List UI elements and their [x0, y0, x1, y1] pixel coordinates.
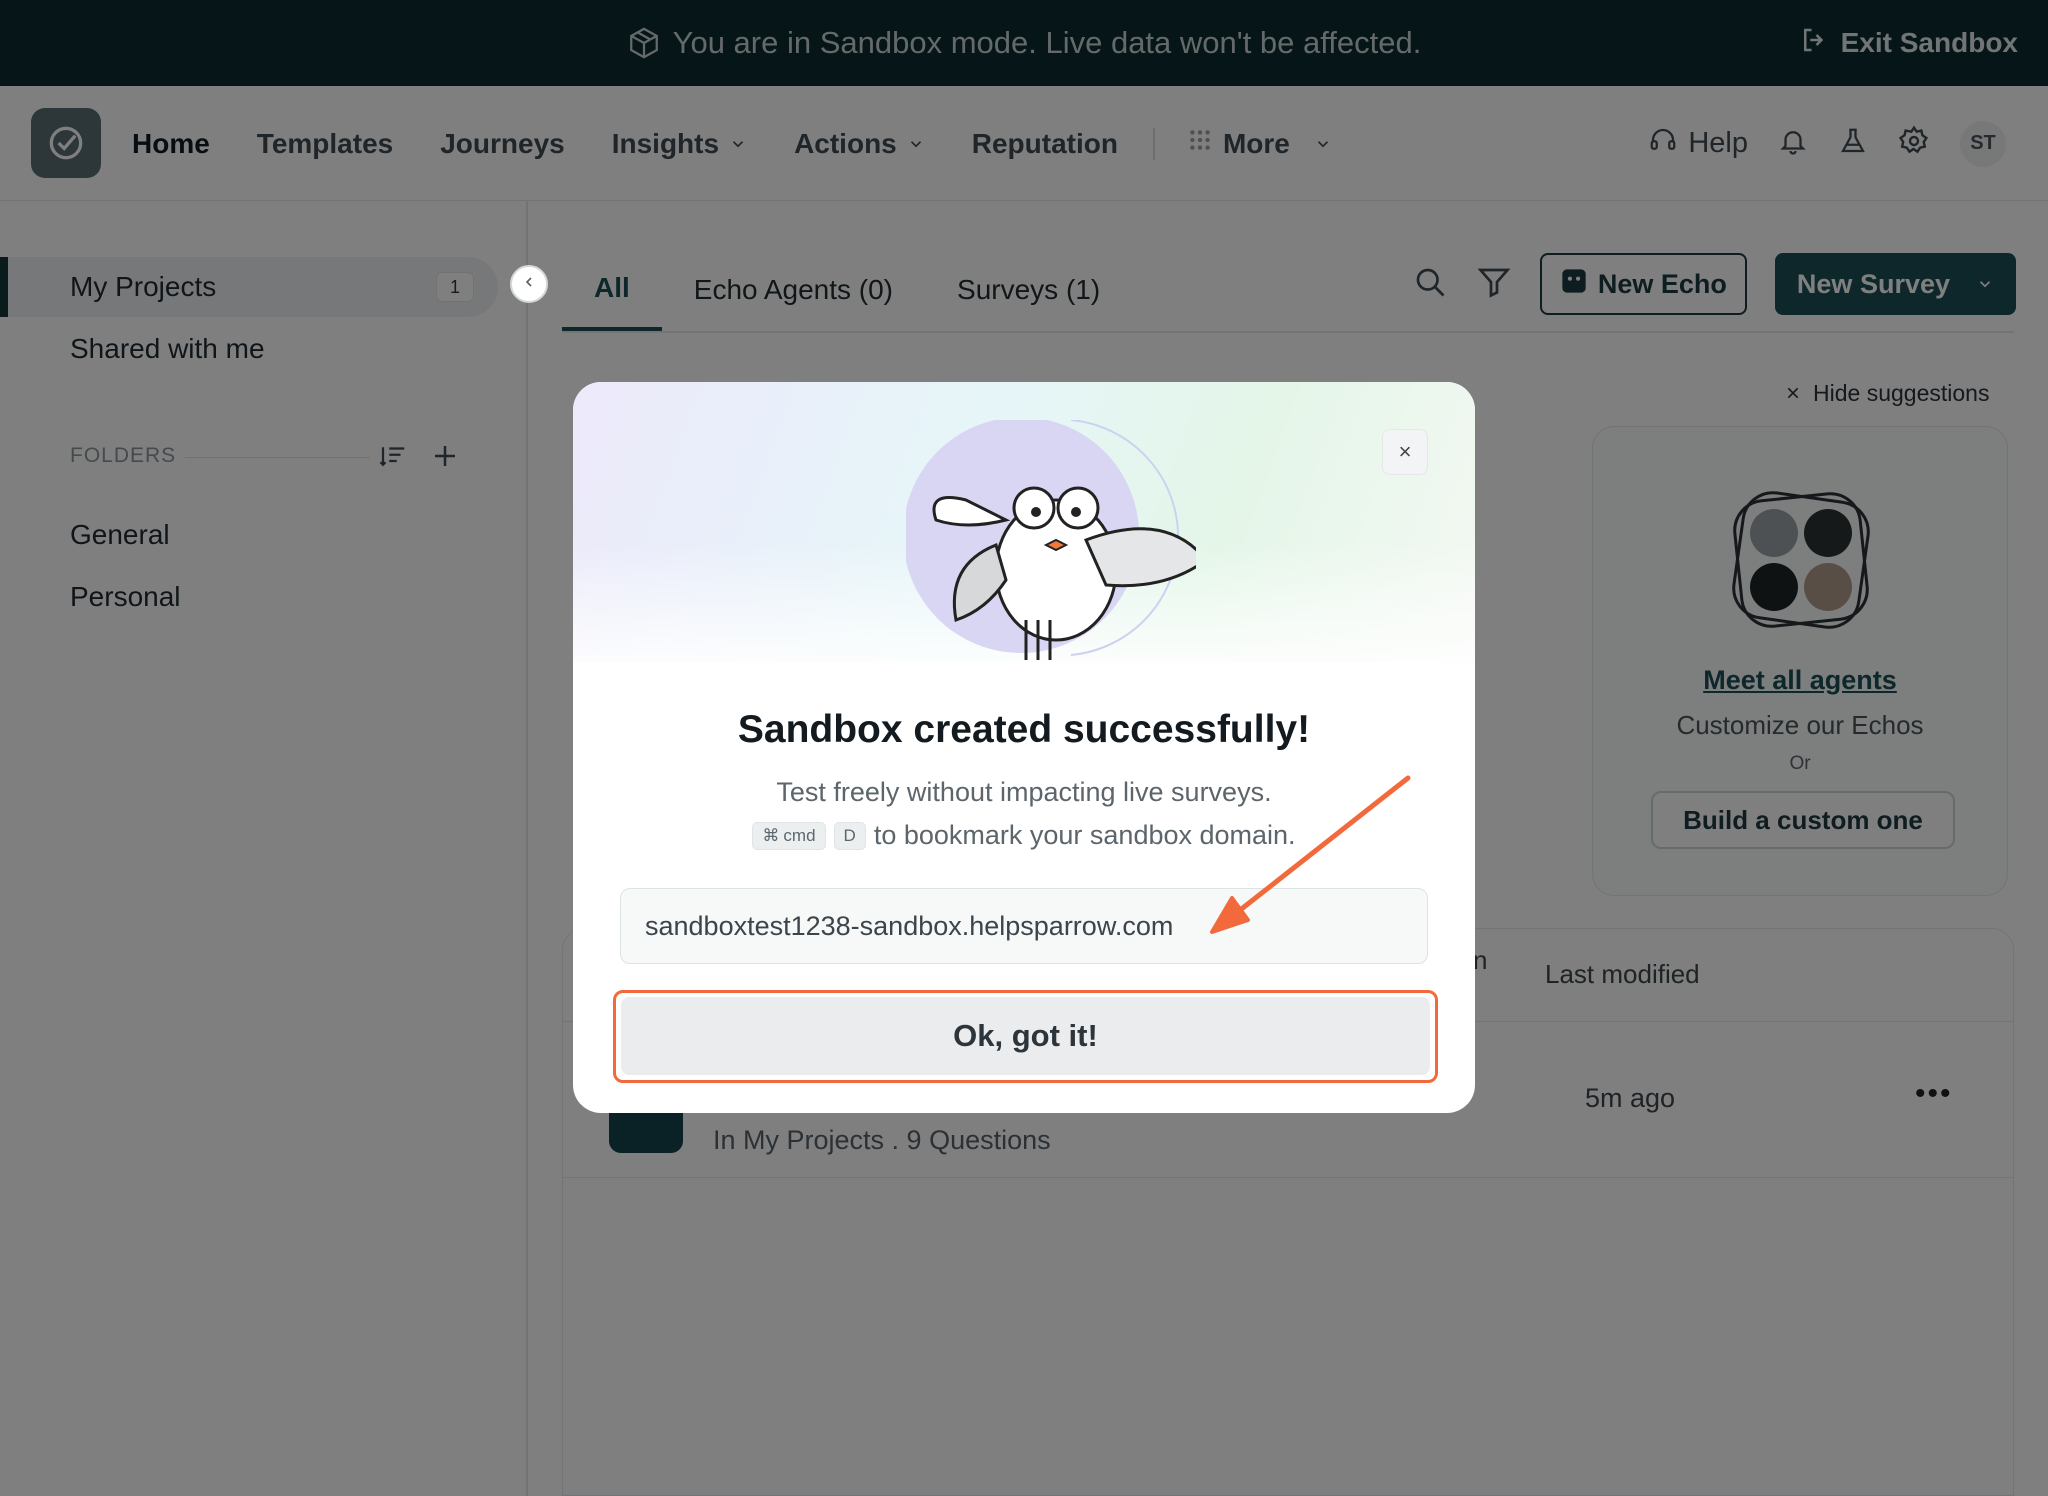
dialog-subtitle: Test freely without impacting live surve…: [776, 777, 1272, 807]
bookmark-hint: ⌘ cmd D to bookmark your sandbox domain.: [573, 820, 1475, 851]
dialog-title: Sandbox created successfully!: [737, 708, 1311, 751]
cmd-key: ⌘ cmd: [752, 821, 826, 850]
sandbox-created-dialog: × Sandbox created successfully! Test fre…: [573, 382, 1475, 1113]
ok-got-it-button[interactable]: Ok, got it!: [621, 997, 1430, 1075]
close-icon: ×: [1398, 439, 1412, 464]
d-key: D: [833, 821, 866, 850]
close-dialog-button[interactable]: ×: [1382, 429, 1428, 475]
sparrow-mascot-illustration: [903, 417, 1209, 660]
chevron-left-icon: [521, 274, 537, 295]
command-icon: ⌘: [762, 825, 780, 845]
sandbox-domain-field[interactable]: sandboxtest1238-sandbox.helpsparrow.com: [620, 888, 1428, 964]
collapse-sidebar-button[interactable]: [510, 265, 548, 303]
bookmark-text: to bookmark your sandbox domain.: [873, 820, 1296, 850]
